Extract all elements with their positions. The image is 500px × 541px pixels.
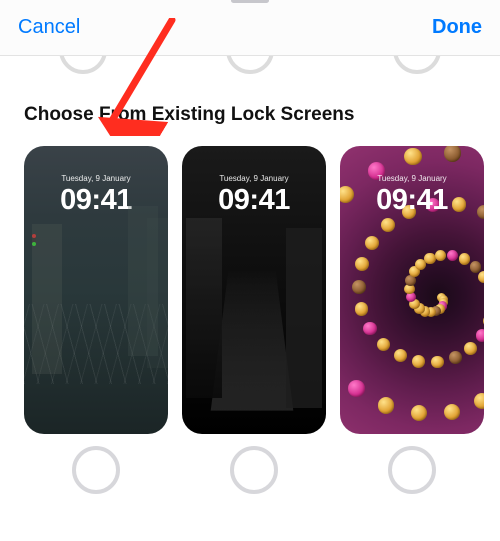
lockscreen-thumbnail-city[interactable]: Tuesday, 9 January 09:41 [24,146,168,434]
lockscreen-date: Tuesday, 9 January [182,174,326,183]
select-radio[interactable] [388,446,436,494]
lockscreen-date: Tuesday, 9 January [24,174,168,183]
lockscreen-thumbnails: Tuesday, 9 January 09:41 Tuesday, 9 Janu… [0,146,500,434]
lockscreen-time: 09:41 [340,184,484,217]
lockscreen-thumbnail-dark[interactable]: Tuesday, 9 January 09:41 [182,146,326,434]
lockscreen-date: Tuesday, 9 January [340,174,484,183]
cancel-button[interactable]: Cancel [18,16,80,39]
done-button[interactable]: Done [432,16,482,39]
selection-radio-row [0,434,500,494]
lockscreen-thumbnail-emoji[interactable]: Tuesday, 9 January 09:41 [340,146,484,434]
navigation-bar: Cancel Done [0,0,500,56]
section-heading: Choose From Existing Lock Screens [24,104,500,126]
decoration [32,234,36,246]
previous-row-peek [0,60,500,74]
select-radio[interactable] [230,446,278,494]
select-radio[interactable] [72,446,120,494]
lockscreen-time: 09:41 [182,184,326,217]
lockscreen-time: 09:41 [24,184,168,217]
sheet-grabber[interactable] [231,0,269,3]
